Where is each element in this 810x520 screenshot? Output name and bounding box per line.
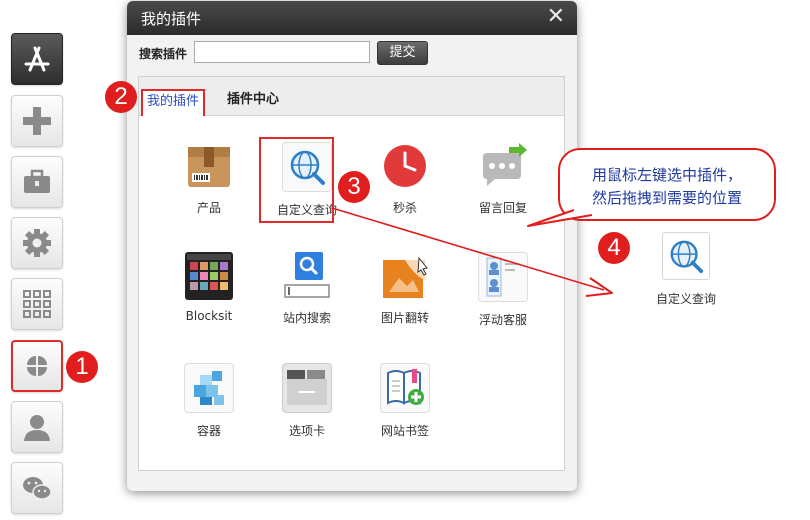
plugin-label: 秒杀 (392, 201, 417, 215)
plugin-message-reply[interactable]: 留言回复 (463, 142, 543, 216)
search-icon (283, 252, 331, 300)
grid-icon (23, 290, 51, 318)
plugin-product[interactable]: 产品 (169, 142, 249, 216)
plugins-icon (27, 356, 47, 376)
plugin-floating-service[interactable]: 浮动客服 (463, 252, 543, 328)
clock-icon (381, 142, 429, 190)
plugin-site-bookmarks[interactable]: 网站书签 (365, 363, 445, 439)
photo-grid-icon (185, 252, 233, 300)
tabs-icon (282, 363, 332, 413)
callout-text: 用鼠标左键选中插件， 然后拖拽到需要的位置 (560, 164, 774, 210)
sidebar-add-button[interactable] (11, 95, 63, 147)
plus-icon (23, 107, 51, 135)
plugin-site-search[interactable]: 站内搜索 (267, 252, 347, 326)
plugin-container[interactable]: 容器 (169, 363, 249, 439)
step-marker-1: 1 (66, 351, 98, 383)
drag-arrow-head (585, 277, 613, 297)
dropped-plugin-custom-query[interactable]: 自定义查询 (646, 232, 726, 307)
toolbox-icon (24, 169, 50, 193)
step-marker-3: 3 (338, 171, 370, 203)
close-icon[interactable]: ✕ (547, 5, 565, 29)
bookmark-icon (380, 363, 430, 413)
sidebar-app-store-button[interactable] (11, 33, 63, 85)
globe-search-icon (662, 232, 710, 280)
submit-button[interactable]: 提交 (377, 41, 428, 65)
tab-bar: 我的插件 插件中心 (139, 77, 564, 116)
plugin-label: 图片翻转 (380, 311, 429, 325)
sidebar-plugins-button[interactable] (11, 340, 63, 392)
selected-plugin-highlight (259, 137, 334, 223)
plugin-label: 选项卡 (288, 424, 325, 438)
plugin-tabs[interactable]: 选项卡 (267, 363, 347, 439)
plugin-label: 产品 (196, 201, 221, 215)
left-sidebar (0, 0, 80, 520)
my-plugins-dialog: 我的插件 ✕ 搜索插件 提交 我的插件 插件中心 产品 自定义查询 秒杀 留言回… (127, 1, 577, 491)
message-reply-icon (479, 142, 527, 190)
plugin-label: 留言回复 (478, 201, 527, 215)
tab-my-plugins[interactable]: 我的插件 (141, 89, 206, 116)
callout-line-1: 用鼠标左键选中插件， (591, 166, 742, 184)
sidebar-settings-button[interactable] (11, 217, 63, 269)
plugin-label: 站内搜索 (282, 311, 331, 325)
tab-plugin-center[interactable]: 插件中心 (223, 89, 283, 115)
search-label: 搜索插件 (139, 47, 188, 61)
plugin-label: Blocksit (185, 309, 233, 323)
plugin-image-flip[interactable]: 图片翻转 (365, 252, 445, 326)
plugin-blocksit[interactable]: Blocksit (169, 252, 249, 323)
gear-icon (23, 229, 51, 257)
plugin-flash-sale[interactable]: 秒杀 (365, 142, 445, 216)
plugin-label: 容器 (196, 424, 221, 438)
callout-line-2: 然后拖拽到需要的位置 (591, 189, 742, 207)
plugin-panel: 我的插件 插件中心 产品 自定义查询 秒杀 留言回复 Blocksit 站内搜索… (138, 76, 565, 471)
step-marker-4: 4 (598, 232, 630, 264)
plugin-label: 网站书签 (380, 424, 429, 438)
app-store-icon (24, 46, 50, 72)
search-input[interactable] (194, 41, 370, 63)
float-service-icon (478, 252, 528, 302)
wechat-icon (23, 477, 52, 500)
image-flip-icon (381, 252, 429, 300)
instruction-callout: 用鼠标左键选中插件， 然后拖拽到需要的位置 (558, 148, 776, 221)
sidebar-wechat-button[interactable] (11, 462, 63, 514)
package-icon (185, 142, 233, 190)
dialog-titlebar: 我的插件 ✕ (127, 1, 577, 35)
dropped-plugin-label: 自定义查询 (655, 292, 716, 306)
user-icon (24, 415, 50, 441)
container-icon (184, 363, 234, 413)
step-marker-2: 2 (105, 81, 137, 113)
sidebar-user-button[interactable] (11, 401, 63, 453)
dialog-title: 我的插件 (141, 10, 202, 28)
sidebar-toolbox-button[interactable] (11, 156, 63, 208)
sidebar-grid-button[interactable] (11, 278, 63, 330)
plugin-label: 浮动客服 (478, 313, 527, 327)
